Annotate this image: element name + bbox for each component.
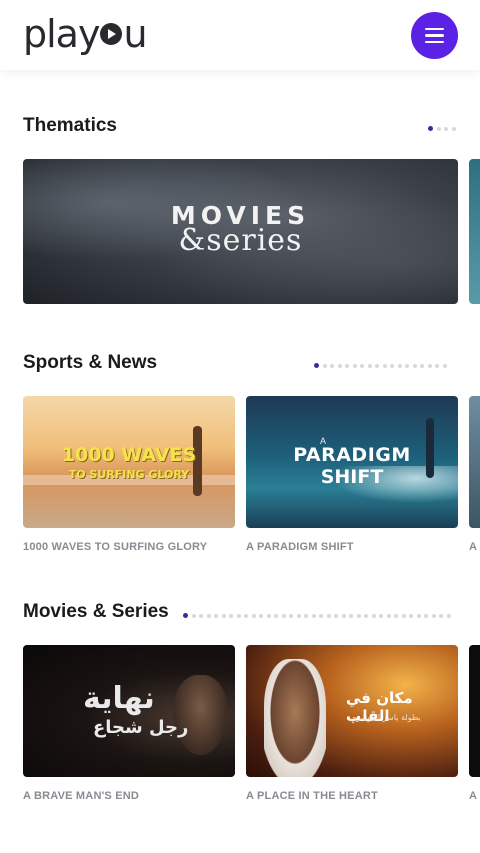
carousel-dot[interactable] [251, 613, 256, 618]
banner-next-peek[interactable] [469, 159, 480, 304]
carousel-dot[interactable] [451, 126, 456, 131]
carousel-dot[interactable] [409, 613, 413, 618]
card-caption[interactable]: A PLACE IN THE HEART [246, 790, 378, 802]
carousel-dot[interactable] [259, 613, 263, 618]
card-a-paradigm-shift[interactable]: A PARADIGM SHIFT [246, 396, 458, 528]
carousel-dot[interactable] [364, 613, 368, 618]
carousel-dots-sports[interactable] [314, 363, 447, 368]
carousel-dot[interactable] [236, 613, 241, 618]
card-next-peek[interactable] [469, 645, 480, 777]
logo-text-u: u [123, 12, 147, 56]
card-art-subtitle: SHIFT [320, 466, 384, 488]
carousel-dot[interactable] [420, 363, 424, 368]
carousel-dot[interactable] [352, 363, 357, 368]
carousel-dot[interactable] [345, 363, 349, 368]
card-caption[interactable]: A PARADIGM SHIFT [246, 541, 354, 553]
card-art-title: 1000 WAVES [61, 444, 197, 466]
actor-portrait [173, 675, 228, 755]
carousel-dot[interactable] [424, 613, 428, 618]
carousel-dot[interactable] [431, 613, 436, 618]
carousel-dot[interactable] [214, 613, 218, 618]
card-a-brave-mans-end[interactable]: نهاية رجل شجاع [23, 645, 235, 777]
carousel-dot[interactable] [183, 613, 188, 618]
carousel-dot[interactable] [319, 613, 323, 618]
carousel-dot[interactable] [397, 363, 402, 368]
carousel-dot[interactable] [221, 613, 226, 618]
carousel-dot[interactable] [371, 613, 376, 618]
carousel-dot[interactable] [394, 613, 398, 618]
carousel-dot[interactable] [296, 613, 301, 618]
carousel-dot[interactable] [442, 363, 447, 368]
carousel-dot[interactable] [446, 613, 451, 618]
carousel-dot[interactable] [360, 363, 364, 368]
carousel-dot[interactable] [356, 613, 361, 618]
carousel-dot[interactable] [428, 126, 433, 131]
hamburger-menu-icon-line [425, 40, 444, 44]
carousel-dot[interactable] [191, 613, 196, 618]
carousel-dot[interactable] [244, 613, 248, 618]
play-circle-icon [100, 23, 123, 45]
carousel-dot[interactable] [416, 613, 421, 618]
carousel-dot[interactable] [401, 613, 406, 618]
card-next-peek[interactable] [469, 396, 480, 528]
logo-text-play: play [23, 12, 100, 56]
carousel-dot[interactable] [337, 363, 342, 368]
carousel-dot[interactable] [322, 363, 327, 368]
carousel-dot[interactable] [386, 613, 391, 618]
banner-text-series: &series [178, 223, 303, 258]
carousel-dot[interactable] [304, 613, 308, 618]
card-art-title: نهاية [83, 681, 155, 716]
carousel-dot[interactable] [314, 363, 319, 368]
carousel-dot[interactable] [436, 126, 441, 131]
section-title-thematics: Thematics [23, 115, 117, 136]
banner-movies-series[interactable]: MOVIES &series [23, 159, 458, 304]
hamburger-menu-icon [425, 27, 444, 31]
section-title-sports-news: Sports & News [23, 352, 158, 373]
card-a-place-in-the-heart[interactable]: مكان في القلب بطولة ياسر الدوسري [246, 645, 458, 777]
carousel-dot[interactable] [326, 613, 331, 618]
carousel-dot[interactable] [311, 613, 316, 618]
carousel-dot[interactable] [405, 363, 409, 368]
card-caption-peek[interactable]: A [469, 790, 477, 802]
playou-logo[interactable]: play u [23, 12, 148, 56]
carousel-dot[interactable] [390, 363, 394, 368]
carousel-dot[interactable] [439, 613, 443, 618]
carousel-dot[interactable] [289, 613, 293, 618]
carousel-dot[interactable] [367, 363, 372, 368]
carousel-dot[interactable] [412, 363, 417, 368]
top-header: play u [0, 0, 480, 70]
carousel-dot[interactable] [274, 613, 278, 618]
carousel-dot[interactable] [375, 363, 379, 368]
carousel-dot[interactable] [427, 363, 432, 368]
carousel-dot[interactable] [199, 613, 203, 618]
carousel-dot[interactable] [330, 363, 334, 368]
carousel-dot[interactable] [444, 126, 448, 131]
card-art-subtitle: بطولة ياسر الدوسري [350, 713, 421, 722]
card-caption-peek[interactable]: A [469, 541, 477, 553]
carousel-dot[interactable] [334, 613, 338, 618]
actor-portrait [264, 659, 326, 777]
carousel-dot[interactable] [281, 613, 286, 618]
card-art-subtitle: TO SURFING GLORY [68, 468, 190, 481]
carousel-dot[interactable] [382, 363, 387, 368]
carousel-dot[interactable] [341, 613, 346, 618]
carousel-dot[interactable] [379, 613, 383, 618]
carousel-dots-movies[interactable] [183, 613, 451, 618]
card-art-title: PARADIGM [293, 444, 411, 466]
carousel-dot[interactable] [206, 613, 211, 618]
card-caption[interactable]: 1000 WAVES TO SURFING GLORY [23, 541, 207, 553]
carousel-dot[interactable] [229, 613, 233, 618]
section-title-movies-series: Movies & Series [23, 601, 169, 622]
card-1000-waves[interactable]: 1000 WAVES TO SURFING GLORY [23, 396, 235, 528]
carousel-dots-thematics[interactable] [428, 126, 456, 131]
menu-button[interactable] [411, 12, 458, 59]
card-caption[interactable]: A BRAVE MAN'S END [23, 790, 139, 802]
carousel-dot[interactable] [266, 613, 271, 618]
carousel-dot[interactable] [349, 613, 353, 618]
card-art-subtitle: رجل شجاع [93, 717, 189, 738]
hamburger-menu-icon-line [425, 34, 444, 37]
carousel-dot[interactable] [435, 363, 439, 368]
